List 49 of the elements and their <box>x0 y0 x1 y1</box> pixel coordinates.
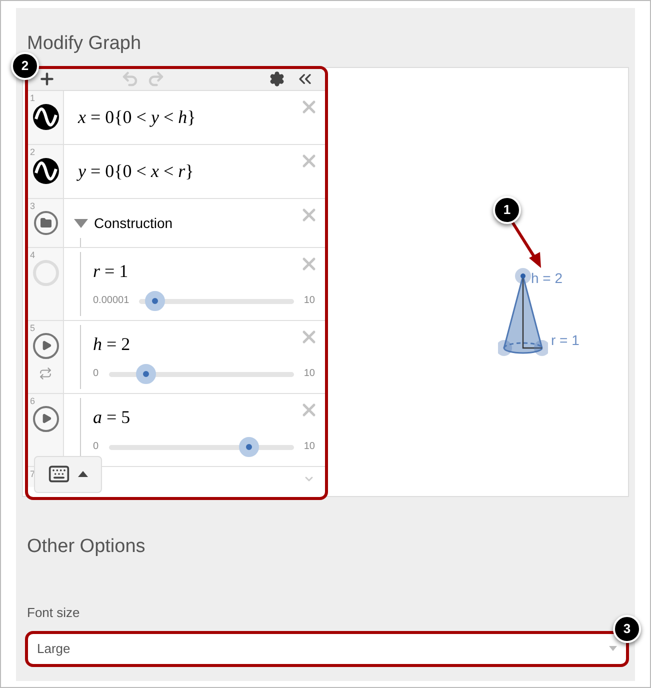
folder-label[interactable]: Construction <box>94 212 173 234</box>
play-button[interactable] <box>32 332 58 358</box>
math-expression[interactable]: x = 0{0 < y < h} <box>78 104 196 130</box>
caret-icon <box>78 471 88 477</box>
wave-icon[interactable] <box>32 158 58 184</box>
repeat-icon[interactable] <box>39 366 52 380</box>
math-expression[interactable]: a = 5 <box>93 404 315 430</box>
settings-icon[interactable] <box>269 71 285 87</box>
keyboard-button[interactable] <box>34 456 102 492</box>
slider-thumb[interactable] <box>239 436 260 456</box>
callout-badge: 3 <box>613 614 641 642</box>
slider-max: 10 <box>304 367 315 381</box>
slider-track[interactable] <box>108 436 294 456</box>
slider-min: 0 <box>93 367 99 381</box>
field-label: Font size <box>26 604 81 622</box>
row-number: 4 <box>30 248 36 262</box>
section-heading: Other Options <box>26 534 146 558</box>
math-expression[interactable]: y = 0{0 < x < r} <box>78 158 194 184</box>
wave-icon[interactable] <box>32 104 58 130</box>
slider-max: 10 <box>304 294 315 308</box>
point-label: h = 2 <box>531 268 563 288</box>
row-number: 6 <box>30 394 36 408</box>
caret-icon[interactable] <box>74 218 88 228</box>
folder-icon <box>40 216 52 228</box>
slider-track[interactable] <box>139 290 294 310</box>
add-icon[interactable] <box>38 70 56 88</box>
slider-min: 0.00001 <box>93 294 130 308</box>
row-number: 2 <box>30 146 36 158</box>
slider-min: 0 <box>93 440 99 454</box>
point-label: r = 1 <box>551 330 580 350</box>
math-expression[interactable]: r = 1 <box>93 258 315 284</box>
redo-icon[interactable] <box>146 70 164 88</box>
row-number: 1 <box>30 92 36 104</box>
play-icon <box>41 413 52 424</box>
slider-max: 10 <box>304 440 315 454</box>
play-button[interactable] <box>32 406 58 432</box>
slider-track[interactable] <box>108 364 294 384</box>
row-number: 5 <box>30 322 36 334</box>
dropdown-icon <box>609 646 617 651</box>
play-icon <box>41 340 52 351</box>
slider-thumb[interactable] <box>136 364 156 384</box>
keyboard-icon <box>48 463 70 485</box>
undo-icon[interactable] <box>120 70 138 88</box>
math-expression[interactable]: h = 2 <box>93 330 315 358</box>
folder-button[interactable] <box>34 210 58 234</box>
callout-badge: 1 <box>493 196 521 224</box>
slider-thumb[interactable] <box>144 290 165 310</box>
row-number: 3 <box>30 200 36 212</box>
callout-badge: 2 <box>11 52 39 80</box>
